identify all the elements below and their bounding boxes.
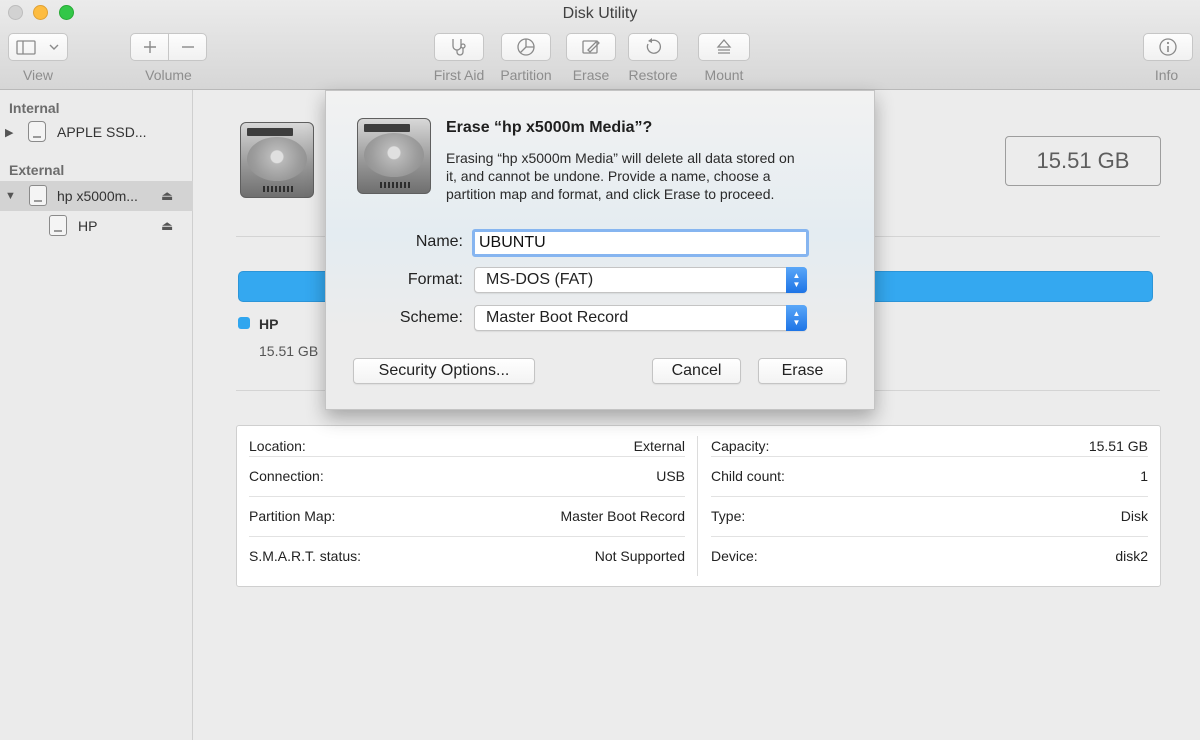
view-button[interactable] bbox=[8, 33, 68, 61]
info-value: Master Boot Record bbox=[560, 508, 686, 524]
sidebar-item-apple-ssd[interactable]: ▶ APPLE SSD... bbox=[0, 117, 193, 147]
disclosure-triangle-icon[interactable]: ▼ bbox=[5, 190, 16, 202]
sidebar-item-label: HP bbox=[78, 218, 98, 234]
sidebar-item-label: APPLE SSD... bbox=[57, 124, 147, 140]
add-volume-button[interactable] bbox=[130, 33, 169, 61]
eject-icon[interactable]: ⏏ bbox=[161, 188, 173, 204]
restore-button[interactable] bbox=[628, 33, 678, 61]
remove-volume-button[interactable] bbox=[168, 33, 207, 61]
dialog-title: Erase “hp x5000m Media”? bbox=[446, 119, 653, 136]
info-value: External bbox=[633, 438, 685, 454]
erase-dialog: Erase “hp x5000m Media”? Erasing “hp x50… bbox=[325, 90, 875, 410]
info-table: Location: External Connection: USB Parti… bbox=[236, 425, 1161, 587]
info-row-type: Type: Disk bbox=[711, 496, 1148, 536]
eject-icon bbox=[716, 39, 732, 54]
eraser-icon bbox=[582, 40, 600, 54]
dialog-message-line: it, and cannot be undone. Provide a name… bbox=[446, 168, 771, 184]
sidebar-item-hp-volume[interactable]: HP ⏏ bbox=[0, 211, 193, 241]
info-label: Capacity: bbox=[711, 438, 770, 454]
info-value: 1 bbox=[1140, 468, 1148, 484]
info-value: disk2 bbox=[1115, 548, 1148, 564]
name-label: Name: bbox=[415, 233, 463, 250]
stethoscope-icon bbox=[452, 39, 466, 56]
view-label: View bbox=[22, 67, 54, 83]
format-label: Format: bbox=[407, 271, 463, 288]
info-row-partition-map: Partition Map: Master Boot Record bbox=[249, 496, 685, 536]
info-row-device: Device: disk2 bbox=[711, 536, 1148, 576]
info-value: Disk bbox=[1120, 508, 1148, 524]
scheme-label: Scheme: bbox=[399, 309, 463, 326]
erase-label: Erase bbox=[572, 67, 610, 83]
scheme-selected-value: Master Boot Record bbox=[486, 309, 629, 326]
restore-arrow-icon bbox=[646, 38, 662, 54]
popup-stepper-icon: ▲ ▼ bbox=[786, 267, 807, 293]
format-select[interactable]: MS-DOS (FAT) ▲ ▼ bbox=[474, 267, 807, 293]
sidebar-toggle-icon bbox=[16, 40, 59, 55]
mount-label: Mount bbox=[704, 67, 744, 83]
window-toolbar: Disk Utility View Volume First Aid Parti… bbox=[0, 0, 1200, 90]
volume-icon bbox=[49, 215, 67, 236]
info-button[interactable] bbox=[1143, 33, 1193, 61]
minus-icon bbox=[181, 46, 194, 48]
info-row-smart-status: S.M.A.R.T. status: Not Supported bbox=[249, 536, 685, 576]
info-label: Connection: bbox=[249, 468, 324, 484]
disclosure-triangle-icon[interactable]: ▶ bbox=[5, 126, 13, 139]
sidebar-item-hp-x5000m[interactable]: ▼ hp x5000m... ⏏ bbox=[0, 181, 193, 211]
partition-label: Partition bbox=[500, 67, 552, 83]
info-label: S.M.A.R.T. status: bbox=[249, 548, 362, 564]
legend-volume-name: HP bbox=[259, 316, 279, 332]
sidebar-item-label: hp x5000m... bbox=[57, 188, 138, 204]
column-divider bbox=[697, 436, 698, 576]
hard-drive-icon bbox=[357, 118, 431, 194]
internal-disk-icon bbox=[28, 121, 46, 142]
info-label: Child count: bbox=[711, 468, 785, 484]
first-aid-label: First Aid bbox=[433, 67, 485, 83]
info-value: USB bbox=[656, 468, 685, 484]
security-options-button[interactable]: Security Options... bbox=[353, 358, 535, 384]
sidebar: Internal ▶ APPLE SSD... External ▼ hp x5… bbox=[0, 90, 193, 740]
erase-toolbar-button[interactable] bbox=[566, 33, 616, 61]
eject-icon[interactable]: ⏏ bbox=[161, 218, 173, 234]
info-value: Not Supported bbox=[594, 548, 685, 564]
dialog-message-line: partition map and format, and click Eras… bbox=[446, 186, 775, 202]
name-field[interactable] bbox=[472, 229, 809, 257]
info-label: Device: bbox=[711, 548, 758, 564]
plus-icon bbox=[143, 41, 156, 53]
first-aid-button[interactable] bbox=[434, 33, 484, 61]
mount-button[interactable] bbox=[698, 33, 750, 61]
cancel-button[interactable]: Cancel bbox=[652, 358, 741, 384]
sidebar-header-internal: Internal bbox=[9, 100, 60, 116]
legend-color-swatch bbox=[238, 317, 250, 329]
sidebar-header-external: External bbox=[9, 162, 65, 178]
format-selected-value: MS-DOS (FAT) bbox=[486, 271, 594, 288]
window-title: Disk Utility bbox=[562, 5, 638, 22]
info-value: 15.51 GB bbox=[1088, 438, 1148, 454]
legend-volume-size: 15.51 GB bbox=[259, 343, 319, 359]
partition-button[interactable] bbox=[501, 33, 551, 61]
erase-button[interactable]: Erase bbox=[758, 358, 847, 384]
popup-stepper-icon: ▲ ▼ bbox=[786, 305, 807, 331]
pie-chart-icon bbox=[517, 38, 535, 56]
info-row-child-count: Child count: 1 bbox=[711, 456, 1148, 496]
hard-drive-icon bbox=[240, 122, 314, 198]
info-label: Location: bbox=[249, 438, 306, 454]
restore-label: Restore bbox=[628, 67, 678, 83]
info-label: Partition Map: bbox=[249, 508, 336, 524]
dialog-message: Erasing “hp x5000m Media” will delete al… bbox=[446, 149, 856, 203]
info-row-connection: Connection: USB bbox=[249, 456, 685, 496]
info-label: Info bbox=[1154, 67, 1179, 83]
volume-label: Volume bbox=[145, 67, 192, 83]
scheme-select[interactable]: Master Boot Record ▲ ▼ bbox=[474, 305, 807, 331]
capacity-display: 15.51 GB bbox=[1005, 136, 1161, 186]
info-label: Type: bbox=[711, 508, 746, 524]
external-disk-icon bbox=[29, 185, 47, 206]
dialog-message-line: Erasing “hp x5000m Media” will delete al… bbox=[446, 150, 795, 166]
info-icon bbox=[1159, 38, 1177, 56]
